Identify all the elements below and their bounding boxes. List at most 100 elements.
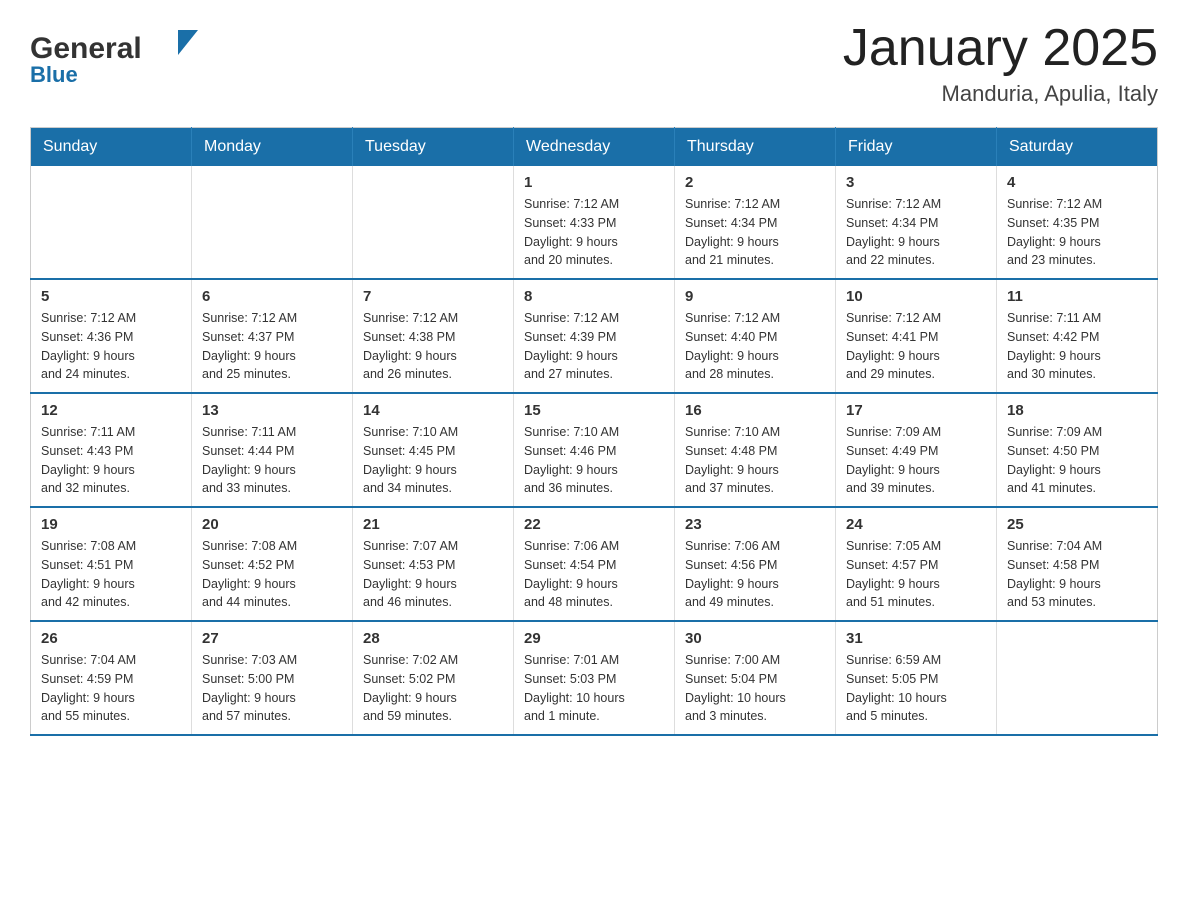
day-info: Sunrise: 7:09 AMSunset: 4:50 PMDaylight:… [1007,423,1147,498]
table-row: 8 Sunrise: 7:12 AMSunset: 4:39 PMDaylight… [514,279,675,393]
day-number: 12 [41,402,181,419]
col-wednesday: Wednesday [514,128,675,167]
calendar-table: Sunday Monday Tuesday Wednesday Thursday… [30,127,1158,736]
day-info: Sunrise: 7:02 AMSunset: 5:02 PMDaylight:… [363,651,503,726]
day-number: 17 [846,402,986,419]
day-number: 8 [524,288,664,305]
day-number: 23 [685,516,825,533]
table-row [997,621,1158,735]
day-number: 29 [524,630,664,647]
day-info: Sunrise: 7:06 AMSunset: 4:54 PMDaylight:… [524,537,664,612]
day-number: 13 [202,402,342,419]
day-number: 6 [202,288,342,305]
table-row: 14 Sunrise: 7:10 AMSunset: 4:45 PMDayligh… [353,393,514,507]
table-row: 25Sunrise: 7:04 AMSunset: 4:58 PMDayligh… [997,507,1158,621]
day-info: Sunrise: 7:10 AMSunset: 4:45 PMDaylight:… [363,423,503,498]
day-info: Sunrise: 7:11 AMSunset: 4:44 PMDaylight:… [202,423,342,498]
day-number: 18 [1007,402,1147,419]
day-number: 16 [685,402,825,419]
table-row: 9Sunrise: 7:12 AMSunset: 4:40 PMDaylight… [675,279,836,393]
day-info: Sunrise: 7:12 AMSunset: 4:35 PMDaylight:… [1007,195,1147,270]
table-row: 29 Sunrise: 7:01 AMSunset: 5:03 PMDayligh… [514,621,675,735]
page-header: General Blue January 2025 Manduria, Apul… [30,20,1158,107]
day-number: 31 [846,630,986,647]
table-row: 7 Sunrise: 7:12 AMSunset: 4:38 PMDaylight… [353,279,514,393]
day-number: 24 [846,516,986,533]
svg-text:General: General [30,32,142,65]
day-number: 19 [41,516,181,533]
col-saturday: Saturday [997,128,1158,167]
calendar-week-row: 12 Sunrise: 7:11 AMSunset: 4:43 PMDayligh… [31,393,1158,507]
calendar-header-row: Sunday Monday Tuesday Wednesday Thursday… [31,128,1158,167]
day-info: Sunrise: 7:12 AMSunset: 4:34 PMDaylight:… [846,195,986,270]
day-info: Sunrise: 7:06 AMSunset: 4:56 PMDaylight:… [685,537,825,612]
day-number: 26 [41,630,181,647]
col-monday: Monday [192,128,353,167]
day-number: 1 [524,174,664,191]
day-number: 30 [685,630,825,647]
table-row [192,166,353,279]
table-row: 10 Sunrise: 7:12 AMSunset: 4:41 PMDayligh… [836,279,997,393]
table-row: 31 Sunrise: 6:59 AMSunset: 5:05 PMDayligh… [836,621,997,735]
day-number: 2 [685,174,825,191]
title-block: January 2025 Manduria, Apulia, Italy [843,20,1158,107]
table-row: 20 Sunrise: 7:08 AMSunset: 4:52 PMDayligh… [192,507,353,621]
day-info: Sunrise: 7:12 AMSunset: 4:37 PMDaylight:… [202,309,342,384]
table-row: 15Sunrise: 7:10 AMSunset: 4:46 PMDayligh… [514,393,675,507]
col-friday: Friday [836,128,997,167]
logo: General Blue [30,20,210,95]
table-row: 28 Sunrise: 7:02 AMSunset: 5:02 PMDayligh… [353,621,514,735]
table-row: 16Sunrise: 7:10 AMSunset: 4:48 PMDayligh… [675,393,836,507]
day-info: Sunrise: 7:03 AMSunset: 5:00 PMDaylight:… [202,651,342,726]
svg-text:Blue: Blue [30,62,78,87]
day-info: Sunrise: 7:08 AMSunset: 4:52 PMDaylight:… [202,537,342,612]
day-number: 22 [524,516,664,533]
day-info: Sunrise: 7:12 AMSunset: 4:39 PMDaylight:… [524,309,664,384]
day-info: Sunrise: 7:11 AMSunset: 4:43 PMDaylight:… [41,423,181,498]
table-row: 27 Sunrise: 7:03 AMSunset: 5:00 PMDayligh… [192,621,353,735]
calendar-week-row: 19 Sunrise: 7:08 AMSunset: 4:51 PMDayligh… [31,507,1158,621]
day-number: 21 [363,516,503,533]
day-info: Sunrise: 7:11 AMSunset: 4:42 PMDaylight:… [1007,309,1147,384]
day-number: 14 [363,402,503,419]
day-number: 28 [363,630,503,647]
day-info: Sunrise: 7:04 AMSunset: 4:58 PMDaylight:… [1007,537,1147,612]
day-number: 4 [1007,174,1147,191]
table-row: 22 Sunrise: 7:06 AMSunset: 4:54 PMDayligh… [514,507,675,621]
table-row: 12 Sunrise: 7:11 AMSunset: 4:43 PMDayligh… [31,393,192,507]
table-row: 21 Sunrise: 7:07 AMSunset: 4:53 PMDayligh… [353,507,514,621]
table-row: 17 Sunrise: 7:09 AMSunset: 4:49 PMDayligh… [836,393,997,507]
table-row: 24 Sunrise: 7:05 AMSunset: 4:57 PMDayligh… [836,507,997,621]
day-number: 10 [846,288,986,305]
table-row: 4 Sunrise: 7:12 AMSunset: 4:35 PMDaylight… [997,166,1158,279]
table-row: 23 Sunrise: 7:06 AMSunset: 4:56 PMDayligh… [675,507,836,621]
table-row: 2Sunrise: 7:12 AMSunset: 4:34 PMDaylight… [675,166,836,279]
table-row: 26Sunrise: 7:04 AMSunset: 4:59 PMDayligh… [31,621,192,735]
day-info: Sunrise: 7:12 AMSunset: 4:40 PMDaylight:… [685,309,825,384]
table-row: 30Sunrise: 7:00 AMSunset: 5:04 PMDayligh… [675,621,836,735]
day-number: 11 [1007,288,1147,305]
table-row [353,166,514,279]
day-info: Sunrise: 7:10 AMSunset: 4:46 PMDaylight:… [524,423,664,498]
day-info: Sunrise: 7:12 AMSunset: 4:41 PMDaylight:… [846,309,986,384]
day-number: 27 [202,630,342,647]
day-info: Sunrise: 7:01 AMSunset: 5:03 PMDaylight:… [524,651,664,726]
calendar-subtitle: Manduria, Apulia, Italy [843,81,1158,107]
day-info: Sunrise: 6:59 AMSunset: 5:05 PMDaylight:… [846,651,986,726]
table-row: 6 Sunrise: 7:12 AMSunset: 4:37 PMDaylight… [192,279,353,393]
day-info: Sunrise: 7:05 AMSunset: 4:57 PMDaylight:… [846,537,986,612]
day-info: Sunrise: 7:08 AMSunset: 4:51 PMDaylight:… [41,537,181,612]
day-info: Sunrise: 7:07 AMSunset: 4:53 PMDaylight:… [363,537,503,612]
table-row: 3 Sunrise: 7:12 AMSunset: 4:34 PMDaylight… [836,166,997,279]
day-info: Sunrise: 7:12 AMSunset: 4:38 PMDaylight:… [363,309,503,384]
table-row: 5Sunrise: 7:12 AMSunset: 4:36 PMDaylight… [31,279,192,393]
day-number: 3 [846,174,986,191]
table-row: 19 Sunrise: 7:08 AMSunset: 4:51 PMDayligh… [31,507,192,621]
day-info: Sunrise: 7:09 AMSunset: 4:49 PMDaylight:… [846,423,986,498]
day-number: 20 [202,516,342,533]
col-sunday: Sunday [31,128,192,167]
table-row: 13 Sunrise: 7:11 AMSunset: 4:44 PMDayligh… [192,393,353,507]
calendar-week-row: 5Sunrise: 7:12 AMSunset: 4:36 PMDaylight… [31,279,1158,393]
calendar-week-row: 1Sunrise: 7:12 AMSunset: 4:33 PMDaylight… [31,166,1158,279]
day-number: 7 [363,288,503,305]
